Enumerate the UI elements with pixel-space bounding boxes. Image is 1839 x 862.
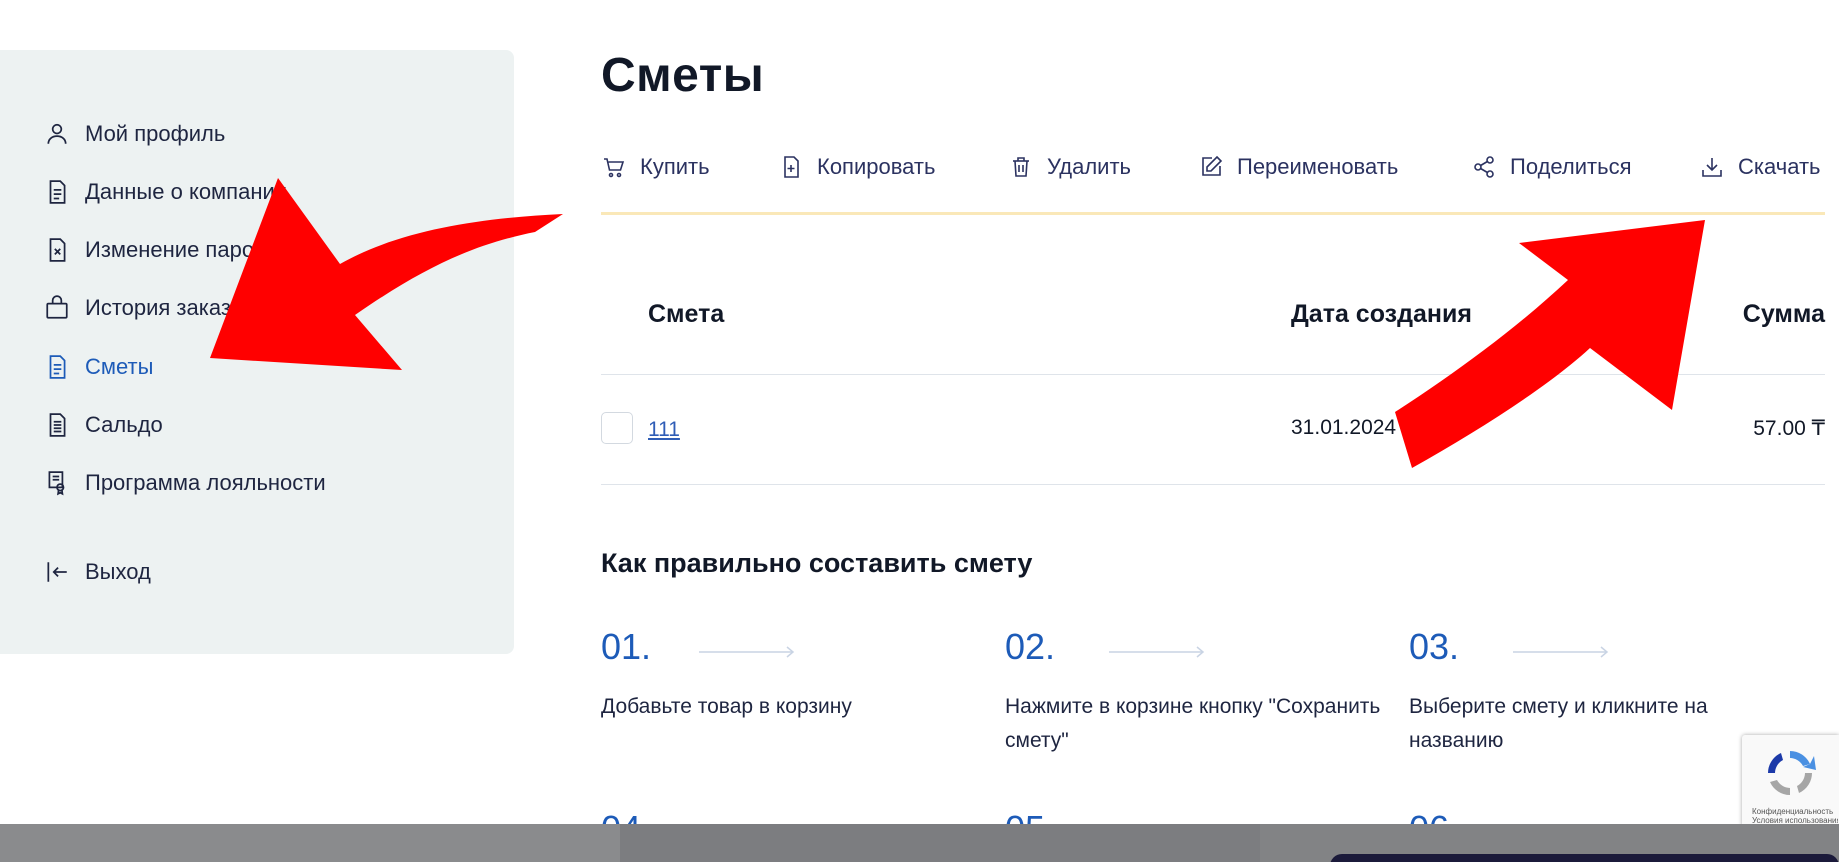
estimate-toolbar: Купить Копировать Удалить Переименовать …: [601, 150, 1825, 186]
sidebar-item-password[interactable]: Изменение пароля: [43, 233, 278, 267]
row-date: 31.01.2024: [1291, 416, 1397, 439]
divider: [601, 484, 1825, 485]
download-label: Скачать: [1738, 154, 1821, 179]
sidebar-item-profile[interactable]: Мой профиль: [43, 117, 225, 151]
sidebar-item-estimates[interactable]: Сметы: [43, 350, 153, 384]
toolbar-divider: [601, 212, 1825, 215]
sidebar-item-logout[interactable]: Выход: [43, 555, 151, 589]
page-title: Сметы: [601, 49, 765, 102]
download-icon: [1699, 154, 1725, 180]
step-number: 03.: [1409, 626, 1460, 667]
copy-button[interactable]: Копировать: [778, 150, 935, 184]
copy-label: Копировать: [817, 154, 936, 179]
delete-button[interactable]: Удалить: [1008, 150, 1131, 184]
download-button[interactable]: Скачать: [1699, 150, 1821, 184]
howto-step: 03. Выберите смету и кликните на названи…: [1409, 626, 1739, 758]
arrow-right-icon: [1109, 646, 1205, 658]
arrow-right-icon: [699, 646, 795, 658]
document-plus-icon: [778, 154, 804, 180]
sidebar-item-label: Мой профиль: [85, 121, 226, 146]
sidebar-item-label: Данные о компании: [85, 179, 288, 204]
account-sidebar: Мой профиль Данные о компании Изменение …: [0, 50, 514, 654]
column-header-estimate: Смета: [648, 300, 725, 328]
bag-icon: [43, 294, 71, 322]
document-x-icon: [43, 236, 71, 264]
cart-icon: [601, 154, 627, 180]
howto-title: Как правильно составить смету: [601, 548, 1033, 578]
step-number: 01.: [601, 626, 652, 667]
step-text: Нажмите в корзине кнопку "Сохранить смет…: [1005, 695, 1381, 752]
share-label: Поделиться: [1510, 154, 1632, 179]
table-row: 111 31.01.2024 57.00 ₸: [601, 410, 1825, 450]
row-sum: 57.00 ₸: [1753, 417, 1825, 440]
sidebar-item-balance[interactable]: Сальдо: [43, 408, 163, 442]
recaptcha-badge[interactable]: Конфиденциальность Условия использования: [1742, 735, 1839, 827]
overlay-segment: [0, 824, 620, 862]
rename-button[interactable]: Переименовать: [1198, 150, 1398, 184]
column-header-date: Дата создания: [1291, 300, 1472, 328]
document-icon: [43, 353, 71, 381]
sidebar-item-label: Сметы: [85, 354, 154, 379]
arrow-right-icon: [1513, 646, 1609, 658]
buy-label: Купить: [640, 154, 710, 179]
divider: [601, 374, 1825, 375]
sidebar-item-label: Программа лояльности: [85, 470, 326, 495]
user-icon: [43, 120, 71, 148]
sidebar-item-loyalty[interactable]: Программа лояльности: [43, 466, 326, 500]
delete-label: Удалить: [1047, 154, 1131, 179]
rename-label: Переименовать: [1237, 154, 1399, 179]
chat-widget-tab[interactable]: [1330, 854, 1839, 862]
howto-step: 02. Нажмите в корзине кнопку "Сохранить …: [1005, 626, 1395, 758]
recaptcha-icon: [1768, 751, 1816, 795]
column-header-sum: Сумма: [1742, 300, 1825, 328]
sidebar-item-label: Изменение пароля: [85, 237, 279, 262]
buy-button[interactable]: Купить: [601, 150, 710, 184]
sidebar-item-orders[interactable]: История заказов: [43, 291, 255, 325]
document-icon: [43, 178, 71, 206]
edit-icon: [1198, 154, 1224, 180]
step-number: 02.: [1005, 626, 1056, 667]
trash-icon: [1008, 154, 1034, 180]
logout-icon: [43, 558, 71, 586]
sidebar-item-company[interactable]: Данные о компании: [43, 175, 287, 209]
logout-label: Выход: [85, 559, 151, 584]
estimate-link[interactable]: 111: [648, 418, 680, 442]
step-text: Добавьте товар в корзину: [601, 695, 852, 718]
certificate-icon: [43, 469, 71, 497]
share-button[interactable]: Поделиться: [1471, 150, 1631, 184]
howto-step: 01. Добавьте товар в корзину: [601, 626, 991, 724]
row-checkbox[interactable]: [601, 412, 633, 444]
share-icon: [1471, 154, 1497, 180]
sidebar-item-label: История заказов: [85, 295, 255, 320]
sidebar-item-label: Сальдо: [85, 412, 163, 437]
document-lines-icon: [43, 411, 71, 439]
step-text: Выберите смету и кликните на названию: [1409, 695, 1708, 752]
recaptcha-privacy[interactable]: Конфиденциальность: [1752, 807, 1838, 816]
table-header: Смета Дата создания Сумма: [601, 300, 1825, 340]
